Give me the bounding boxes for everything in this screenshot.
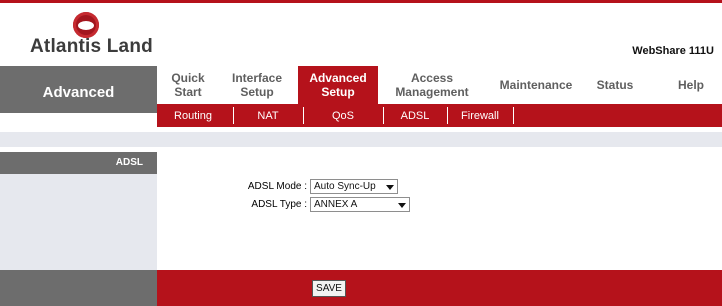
subtab-adsl[interactable]: ADSL — [387, 104, 443, 127]
tab-label: Status — [596, 78, 634, 92]
separator-band — [0, 132, 722, 147]
adsl-type-value: ANNEX A — [314, 199, 358, 210]
subtab-label: NAT — [257, 109, 279, 122]
tab-label: Maintenance — [499, 78, 573, 92]
model-name: WebShare 111U — [632, 45, 714, 57]
tab-maintenance[interactable]: Maintenance — [486, 66, 586, 104]
sub-nav: Routing NAT QoS ADSL Firewall — [157, 104, 722, 127]
tab-label: Interface Setup — [231, 71, 283, 99]
tab-interface-setup[interactable]: Interface Setup — [222, 66, 292, 104]
brand-name: Atlantis Land — [30, 36, 153, 57]
divider — [303, 107, 304, 124]
tab-advanced-setup[interactable]: Advanced Setup — [298, 66, 378, 104]
adsl-mode-select[interactable]: Auto Sync-Up — [310, 179, 398, 194]
divider — [383, 107, 384, 124]
subtab-label: QoS — [331, 109, 354, 122]
tab-label: Quick Start — [171, 71, 205, 99]
main-nav: Advanced Quick Start Interface Setup Adv… — [0, 66, 722, 113]
sidebar-panel — [0, 174, 157, 270]
sidebar-heading: ADSL — [0, 152, 157, 174]
subtab-qos[interactable]: QoS — [307, 104, 379, 127]
subtab-nat[interactable]: NAT — [237, 104, 299, 127]
adsl-mode-value: Auto Sync-Up — [314, 181, 376, 192]
divider — [447, 107, 448, 124]
tab-help[interactable]: Help — [660, 66, 722, 104]
footer-bar — [157, 270, 722, 306]
divider — [233, 107, 234, 124]
tab-label: Access Management — [395, 71, 469, 99]
tab-access-management[interactable]: Access Management — [382, 66, 482, 104]
subtab-firewall[interactable]: Firewall — [451, 104, 509, 127]
adsl-type-label: ADSL Type : — [251, 199, 307, 210]
section-title: Advanced — [0, 66, 157, 113]
chevron-down-icon — [398, 203, 406, 208]
save-button[interactable]: SAVE — [312, 280, 346, 297]
adsl-type-select[interactable]: ANNEX A — [310, 197, 410, 212]
adsl-mode-label: ADSL Mode : — [247, 181, 307, 192]
top-accent-line — [0, 0, 722, 3]
chevron-down-icon — [386, 185, 394, 190]
subtab-label: ADSL — [400, 109, 430, 122]
subtab-label: Firewall — [461, 109, 499, 122]
brand-logo: Atlantis Land — [30, 12, 170, 62]
tab-label: Advanced Setup — [309, 71, 367, 99]
subtab-routing[interactable]: Routing — [157, 104, 229, 127]
tab-label: Help — [677, 78, 704, 92]
footer-left-panel — [0, 270, 157, 306]
atlantis-logo-icon — [73, 12, 99, 38]
tab-quick-start[interactable]: Quick Start — [157, 66, 219, 104]
subtab-label: Routing — [174, 109, 212, 122]
divider — [513, 107, 514, 124]
tab-status[interactable]: Status — [590, 66, 640, 104]
